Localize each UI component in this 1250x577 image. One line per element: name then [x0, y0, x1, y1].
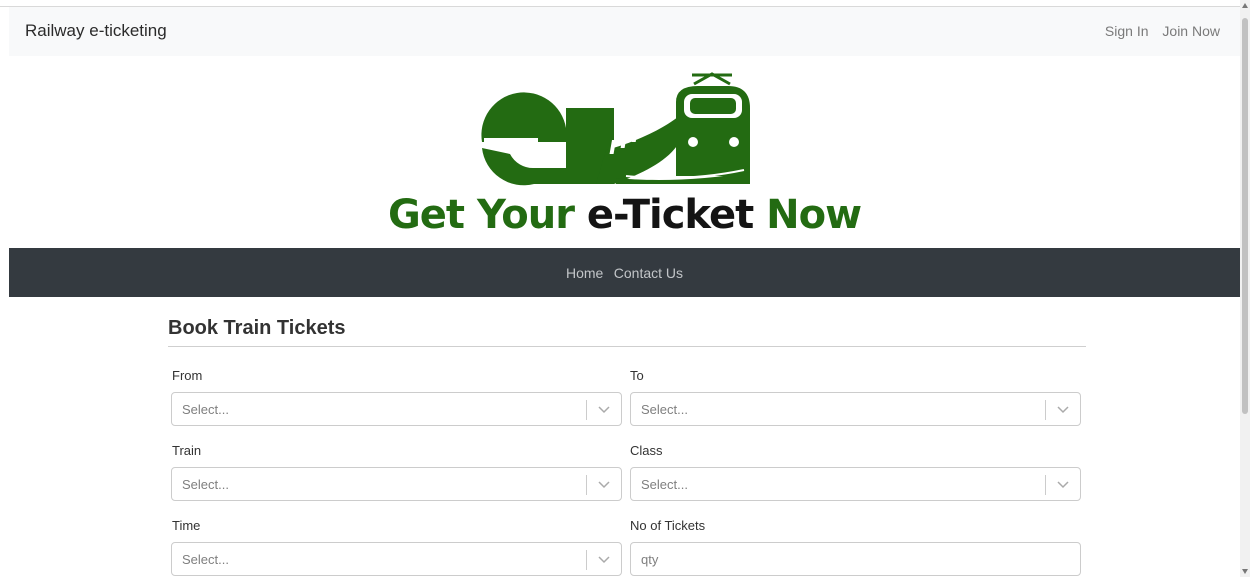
class-placeholder: Select...	[641, 477, 688, 492]
tagline-part-3: Now	[753, 192, 862, 238]
time-select[interactable]: Select...	[171, 542, 622, 576]
tickets-qty-input[interactable]	[630, 542, 1081, 576]
train-logo-icon	[481, 72, 750, 186]
tagline-part-1: Get Your	[387, 192, 587, 238]
to-select[interactable]: Select...	[630, 392, 1081, 426]
scroll-thumb[interactable]	[1242, 18, 1248, 414]
chevron-down-icon	[598, 481, 610, 489]
main-navbar: Home Contact Us	[9, 248, 1240, 297]
select-separator	[586, 550, 587, 570]
to-label: To	[630, 368, 644, 383]
chevron-down-icon	[598, 406, 610, 414]
from-select[interactable]: Select...	[171, 392, 622, 426]
select-separator	[1045, 475, 1046, 495]
brand-link[interactable]: Railway e-ticketing	[25, 21, 167, 41]
chevron-down-icon	[598, 556, 610, 564]
top-navbar: Railway e-ticketing Sign In Join Now	[9, 7, 1240, 56]
auth-links: Sign In Join Now	[1095, 23, 1220, 39]
chevron-down-icon	[1057, 481, 1069, 489]
train-label: Train	[172, 443, 202, 458]
join-now-link[interactable]: Join Now	[1162, 23, 1220, 39]
class-label: Class	[630, 443, 663, 458]
select-separator	[1045, 400, 1046, 420]
to-placeholder: Select...	[641, 402, 688, 417]
form-title: Book Train Tickets	[168, 317, 346, 339]
from-placeholder: Select...	[182, 402, 229, 417]
tagline-part-2: e-Ticket	[586, 192, 754, 238]
sign-in-link[interactable]: Sign In	[1105, 23, 1149, 39]
chevron-down-icon	[1057, 406, 1069, 414]
scroll-down-arrow-icon[interactable]	[1242, 569, 1248, 574]
train-select[interactable]: Select...	[171, 467, 622, 501]
hero-banner: Get Your e-Ticket Now	[9, 56, 1240, 248]
page-scrollbar[interactable]	[1240, 0, 1250, 577]
nav-contact-link[interactable]: Contact Us	[614, 265, 683, 281]
train-placeholder: Select...	[182, 477, 229, 492]
tickets-label: No of Tickets	[630, 518, 706, 533]
hero-tagline: Get Your e-Ticket Now	[9, 192, 1240, 238]
time-label: Time	[172, 518, 201, 533]
time-placeholder: Select...	[182, 552, 229, 567]
title-divider	[168, 346, 1086, 347]
select-separator	[586, 400, 587, 420]
from-label: From	[172, 368, 203, 383]
nav-home-link[interactable]: Home	[566, 265, 603, 281]
scroll-up-arrow-icon[interactable]	[1242, 3, 1248, 8]
class-select[interactable]: Select...	[630, 467, 1081, 501]
select-separator	[586, 475, 587, 495]
